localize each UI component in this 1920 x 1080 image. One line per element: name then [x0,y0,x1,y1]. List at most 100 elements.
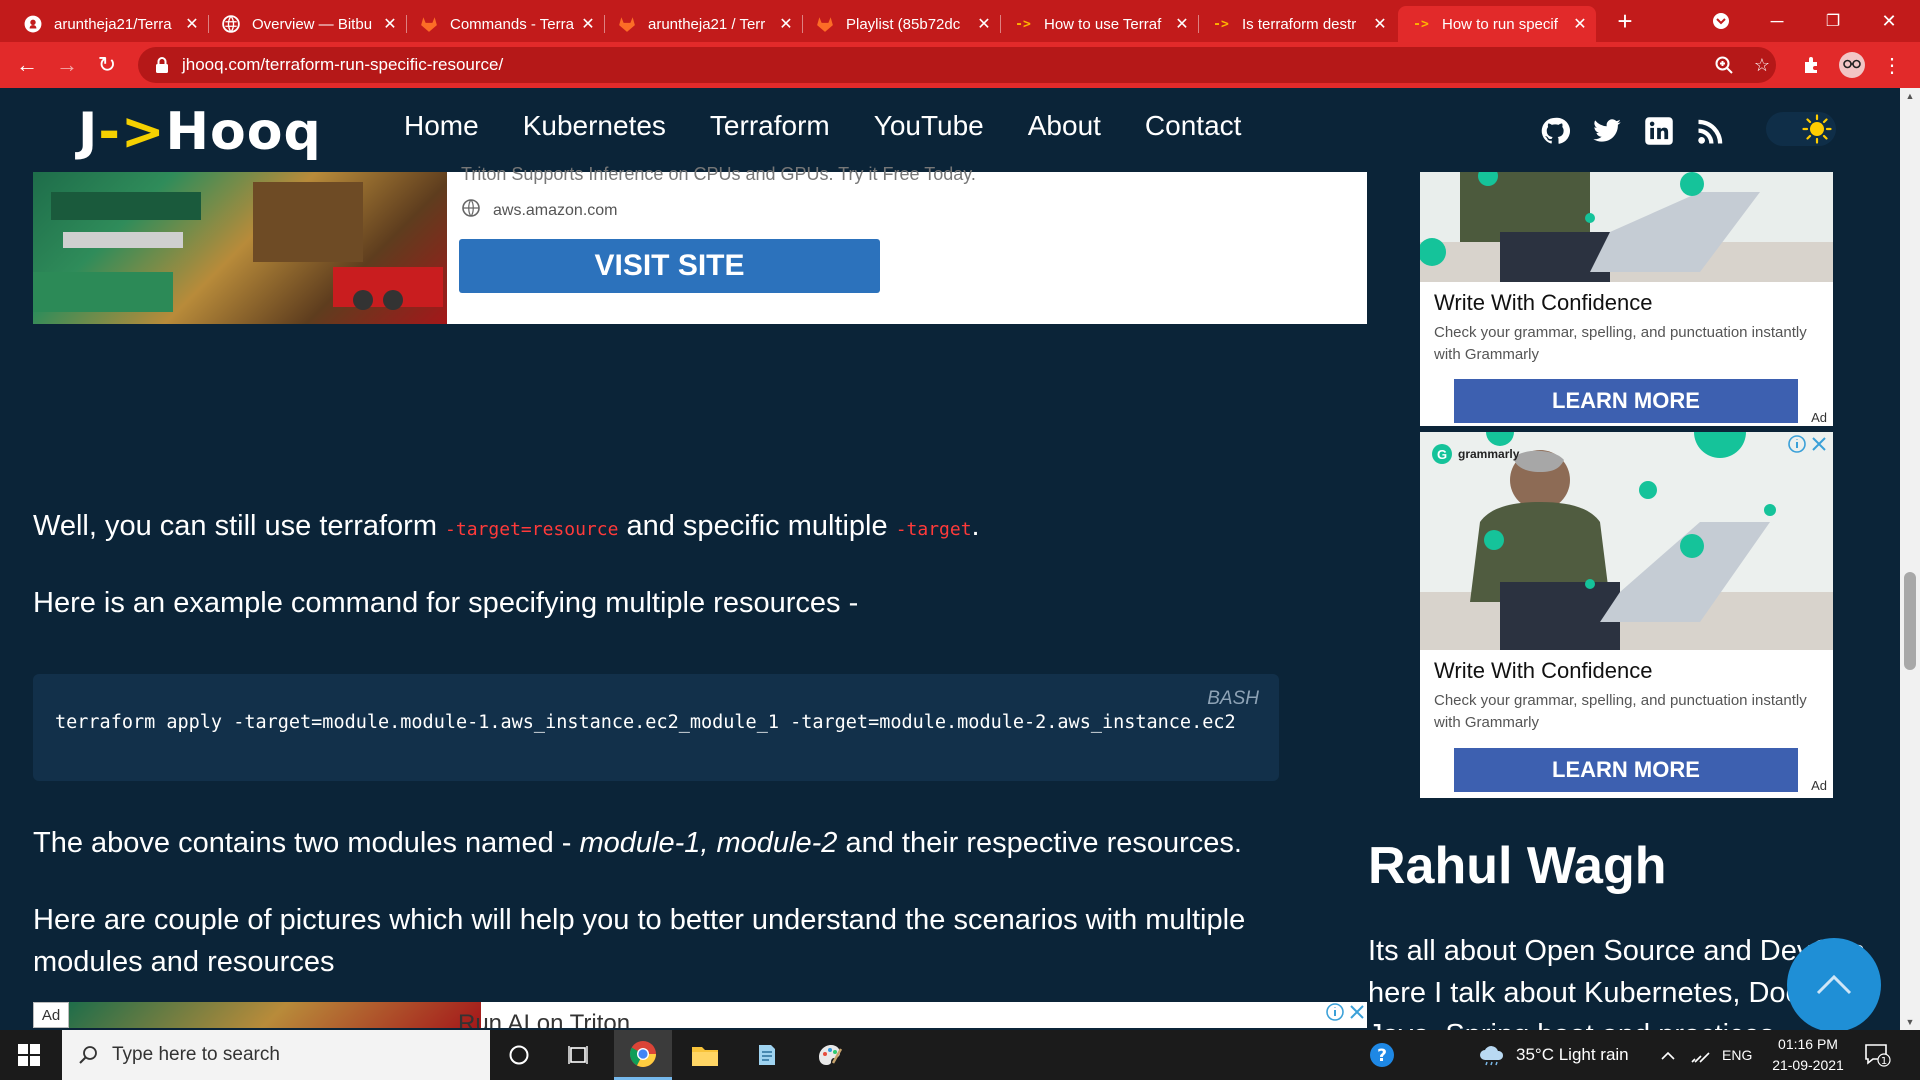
weather-widget[interactable]: 35°C Light rain [1478,1030,1629,1080]
minimize-button[interactable]: ─ [1750,0,1804,42]
tab-gitlab-commands[interactable]: Commands - Terra ✕ [406,6,605,42]
ad-text-cut: Triton Supports Inference on CPUs and GP… [461,164,976,184]
linkedin-icon[interactable] [1644,116,1674,146]
address-bar[interactable]: jhooq.com/terraform-run-specific-resourc… [138,47,1776,83]
tab-gitlab-playlist[interactable]: Playlist (85b72dc ✕ [802,6,1001,42]
profile-avatar[interactable] [1834,42,1870,88]
code-text[interactable]: terraform apply -target=module.module-1.… [55,712,1236,733]
bitbucket-icon [222,15,240,33]
grammarly-logo: Ggrammarly [1432,444,1519,464]
inline-code: -target [895,519,972,540]
back-button[interactable]: ← [8,42,46,88]
chrome-taskbar-app[interactable] [614,1030,672,1080]
close-tab-icon[interactable]: ✕ [1372,14,1388,34]
close-tab-icon[interactable]: ✕ [382,14,398,34]
scroll-up-arrow[interactable]: ▲ [1900,88,1920,104]
jhooq-icon: -> [1213,16,1229,32]
twitter-icon[interactable] [1592,116,1622,146]
tab-jhooq-use-terraform[interactable]: -> How to use Terraf ✕ [1000,6,1199,42]
nav-about[interactable]: About [1028,110,1101,142]
paragraph-example: Here is an example command for specifyin… [33,587,859,619]
file-explorer-icon[interactable] [676,1030,734,1080]
tab-github[interactable]: aruntheja21/Terra ✕ [10,6,209,42]
menu-icon[interactable]: ⋮ [1874,42,1910,88]
tab-jhooq-destroy[interactable]: -> Is terraform destr ✕ [1198,6,1396,42]
code-block[interactable]: BASH terraform apply -target=module.modu… [33,674,1279,781]
ad-domain: aws.amazon.com [493,202,618,219]
page-scrollbar[interactable]: ▲ ▼ [1900,88,1920,1030]
main-nav: Home Kubernetes Terraform YouTube About … [404,110,1241,142]
globe-icon [462,199,480,217]
paragraph-modules: The above contains two modules named - m… [33,827,1242,859]
zoom-icon[interactable] [1706,42,1742,88]
help-icon[interactable]: ? [1368,1030,1396,1080]
new-tab-button[interactable]: + [1598,0,1652,42]
extensions-icon[interactable] [1794,42,1830,88]
maximize-button[interactable]: ❐ [1806,0,1860,42]
sidebar-ad-1[interactable]: Write With Confidence Check your grammar… [1420,172,1833,426]
close-tab-icon[interactable]: ✕ [580,14,596,34]
notepad-icon[interactable] [738,1030,796,1080]
forward-button[interactable]: → [48,42,86,88]
paragraph-target: Well, you can still use terraform -targe… [33,510,980,542]
bookmark-star-icon[interactable]: ☆ [1744,42,1780,88]
learn-more-button[interactable]: LEARN MORE [1454,379,1798,423]
close-tab-icon[interactable]: ✕ [778,14,794,34]
sidebar-ad-2[interactable]: Ggrammarly Write With Confidence Check y… [1420,432,1833,798]
nav-terraform[interactable]: Terraform [710,110,830,142]
rss-icon[interactable] [1696,116,1726,146]
visit-site-button[interactable]: VISIT SITE [459,239,880,293]
close-window-button[interactable]: ✕ [1862,0,1916,42]
paint-icon[interactable] [800,1030,858,1080]
close-tab-icon[interactable]: ✕ [1572,14,1588,34]
cortana-icon[interactable] [490,1030,548,1080]
reload-button[interactable]: ↻ [88,42,126,88]
nav-contact[interactable]: Contact [1145,110,1242,142]
svg-text:1: 1 [1881,1056,1887,1067]
nav-kubernetes[interactable]: Kubernetes [523,110,666,142]
show-hidden-icons-chevron[interactable] [1660,1030,1676,1080]
nav-home[interactable]: Home [404,110,479,142]
ad-banner-bottom[interactable]: Ad Run AI on Triton [33,1002,1367,1028]
gitlab-icon [618,15,636,33]
github-icon[interactable] [1540,116,1570,146]
adchoices-icon[interactable] [1787,434,1829,454]
browser-tab-bar: aruntheja21/Terra ✕ Overview — Bitbu ✕ C… [0,0,1920,42]
nav-youtube[interactable]: YouTube [874,110,984,142]
ad-tag: Ad [1811,410,1827,425]
ad-description: Check your grammar, spelling, and punctu… [1434,324,1807,363]
windows-start-button[interactable] [0,1030,58,1080]
tab-search-button[interactable] [1694,0,1748,42]
site-logo[interactable]: J->Hooq [78,102,322,162]
ad-image [69,1002,481,1028]
ad-image [33,172,447,324]
scroll-to-top-button[interactable] [1787,938,1881,1032]
system-clock[interactable]: 01:16 PM 21-09-2021 [1758,1034,1858,1076]
tab-jhooq-run-specific[interactable]: -> How to run specif ✕ [1398,6,1596,42]
svg-text:?: ? [1377,1046,1387,1066]
learn-more-button[interactable]: LEARN MORE [1454,748,1798,792]
adchoices-icon[interactable] [1325,1002,1367,1024]
ad-title: Run AI on Triton [458,1010,631,1028]
ad-banner-top[interactable]: Triton Supports Inference on CPUs and GP… [33,164,1367,324]
tab-gitlab-repo[interactable]: aruntheja21 / Terr ✕ [604,6,803,42]
task-view-icon[interactable] [550,1030,608,1080]
theme-toggle[interactable] [1766,112,1836,146]
code-language-label: BASH [1207,688,1259,709]
network-icon[interactable] [1690,1030,1712,1080]
notification-center-icon[interactable]: 1 [1864,1030,1892,1080]
close-tab-icon[interactable]: ✕ [184,14,200,34]
taskbar-search-box[interactable]: Type here to search [62,1030,490,1080]
windows-icon [18,1044,40,1066]
sun-icon [1802,114,1832,144]
tab-bitbucket[interactable]: Overview — Bitbu ✕ [208,6,407,42]
close-tab-icon[interactable]: ✕ [1174,14,1190,34]
close-tab-icon[interactable]: ✕ [976,14,992,34]
paragraph-pictures: Here are couple of pictures which will h… [33,904,1246,978]
scrollbar-thumb[interactable] [1904,572,1916,670]
author-name: Rahul Wagh [1368,837,1667,895]
scroll-down-arrow[interactable]: ▼ [1900,1014,1920,1030]
language-indicator[interactable]: ENG [1722,1030,1752,1080]
ad-tag: Ad [1811,778,1827,793]
gitlab-icon [816,15,834,33]
